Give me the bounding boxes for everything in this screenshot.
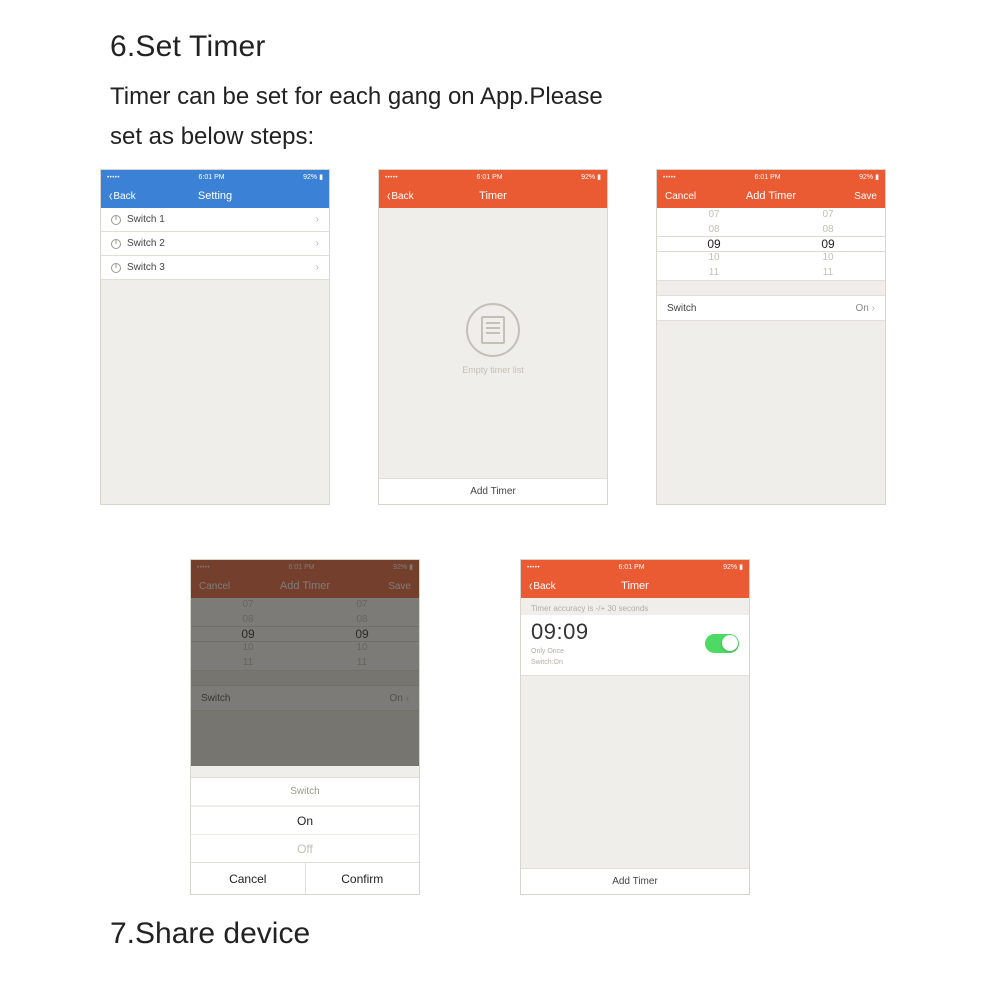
chevron-right-icon: › — [316, 262, 319, 273]
section6-desc-line2: set as below steps: — [0, 114, 780, 154]
list-item[interactable]: Switch 2 › — [101, 232, 329, 256]
timer-toggle[interactable] — [705, 634, 739, 653]
signal-icon — [527, 564, 540, 571]
power-icon — [111, 215, 121, 225]
timer-card[interactable]: 09:09 Only Once Switch:On — [521, 615, 749, 676]
nav-title: Setting — [198, 190, 232, 202]
section6-heading: 6.Set Timer — [0, 0, 1001, 74]
battery-icon: 92% — [859, 173, 879, 181]
status-bar: 6:01 PM 92% — [379, 170, 607, 184]
empty-label: Empty timer list — [462, 365, 524, 375]
section6-desc-line1: Timer can be set for each gang on App.Pl… — [0, 74, 780, 114]
empty-list-icon — [466, 303, 520, 357]
time-picker: 07 08 09 10 11 07 08 09 10 11 — [191, 598, 419, 671]
accuracy-hint: Timer accuracy is -/+ 30 seconds — [521, 598, 749, 615]
status-bar: 6:01 PM 92% — [191, 560, 419, 574]
status-bar: 6:01 PM 92% — [521, 560, 749, 574]
section7-heading: 7.Share device — [0, 895, 1001, 951]
action-sheet: Switch On Off Cancel Confirm — [191, 777, 419, 894]
cancel-button[interactable]: Cancel — [199, 581, 245, 592]
time-picker[interactable]: 07 08 09 10 11 07 08 09 10 11 — [657, 208, 885, 281]
switch-label: Switch 2 — [127, 238, 165, 249]
navbar: Cancel Add Timer Save — [657, 184, 885, 208]
battery-icon: 92% — [581, 173, 601, 181]
sheet-confirm-button[interactable]: Confirm — [305, 863, 420, 894]
cancel-button[interactable]: Cancel — [665, 191, 711, 202]
status-bar: 6:01 PM 92% — [101, 170, 329, 184]
add-timer-button[interactable]: Add Timer — [379, 478, 607, 504]
screenshot-timer-list: 6:01 PM 92% ‹Back Timer Timer accuracy i… — [520, 559, 750, 895]
nav-title: Add Timer — [746, 190, 796, 202]
navbar: ‹Back Timer — [521, 574, 749, 598]
power-icon — [111, 239, 121, 249]
switch-label: Switch 1 — [127, 214, 165, 225]
status-time: 6:01 PM — [289, 564, 315, 571]
switch-label: Switch 3 — [127, 262, 165, 273]
screenshot-add-timer: 6:01 PM 92% Cancel Add Timer Save 07 08 … — [656, 169, 886, 505]
battery-icon: 92% — [723, 563, 743, 571]
signal-icon — [663, 174, 676, 181]
back-button[interactable]: ‹Back — [109, 191, 155, 202]
switch-value: On — [856, 303, 869, 314]
battery-icon: 92% — [303, 173, 323, 181]
sheet-option-on[interactable]: On — [191, 806, 419, 834]
timer-repeat: Only Once — [531, 647, 589, 656]
timer-action: Switch:On — [531, 658, 589, 667]
status-time: 6:01 PM — [619, 564, 645, 571]
sheet-title: Switch — [191, 778, 419, 806]
list-item[interactable]: Switch 3 › — [101, 256, 329, 280]
screenshot-setting: 6:01 PM 92% ‹Back Setting Switch 1 › Swi… — [100, 169, 330, 505]
chevron-right-icon: › — [872, 303, 875, 314]
status-time: 6:01 PM — [199, 174, 225, 181]
signal-icon — [385, 174, 398, 181]
sheet-cancel-button[interactable]: Cancel — [191, 863, 305, 894]
status-time: 6:01 PM — [755, 174, 781, 181]
status-bar: 6:01 PM 92% — [657, 170, 885, 184]
navbar: Cancel Add Timer Save — [191, 574, 419, 598]
back-button[interactable]: ‹Back — [387, 191, 433, 202]
back-button[interactable]: ‹Back — [529, 581, 575, 592]
signal-icon — [107, 174, 120, 181]
nav-title: Timer — [621, 580, 649, 592]
switch-row: Switch On › — [191, 685, 419, 711]
chevron-right-icon: › — [316, 214, 319, 225]
nav-title: Timer — [479, 190, 507, 202]
signal-icon — [197, 564, 210, 571]
navbar: ‹Back Setting — [101, 184, 329, 208]
nav-title: Add Timer — [280, 580, 330, 592]
chevron-right-icon: › — [316, 238, 319, 249]
save-button[interactable]: Save — [831, 191, 877, 202]
add-timer-button[interactable]: Add Timer — [521, 868, 749, 894]
screenshot-timer-empty: 6:01 PM 92% ‹Back Timer Empty timer list… — [378, 169, 608, 505]
switch-label: Switch — [667, 303, 696, 314]
navbar: ‹Back Timer — [379, 184, 607, 208]
status-time: 6:01 PM — [477, 174, 503, 181]
list-item[interactable]: Switch 1 › — [101, 208, 329, 232]
switch-row[interactable]: Switch On › — [657, 295, 885, 321]
screenshot-switch-sheet: 6:01 PM 92% Cancel Add Timer Save 07 08 … — [190, 559, 420, 895]
battery-icon: 92% — [393, 563, 413, 571]
save-button[interactable]: Save — [365, 581, 411, 592]
sheet-option-off[interactable]: Off — [191, 834, 419, 862]
timer-time: 09:09 — [531, 619, 589, 645]
power-icon — [111, 263, 121, 273]
